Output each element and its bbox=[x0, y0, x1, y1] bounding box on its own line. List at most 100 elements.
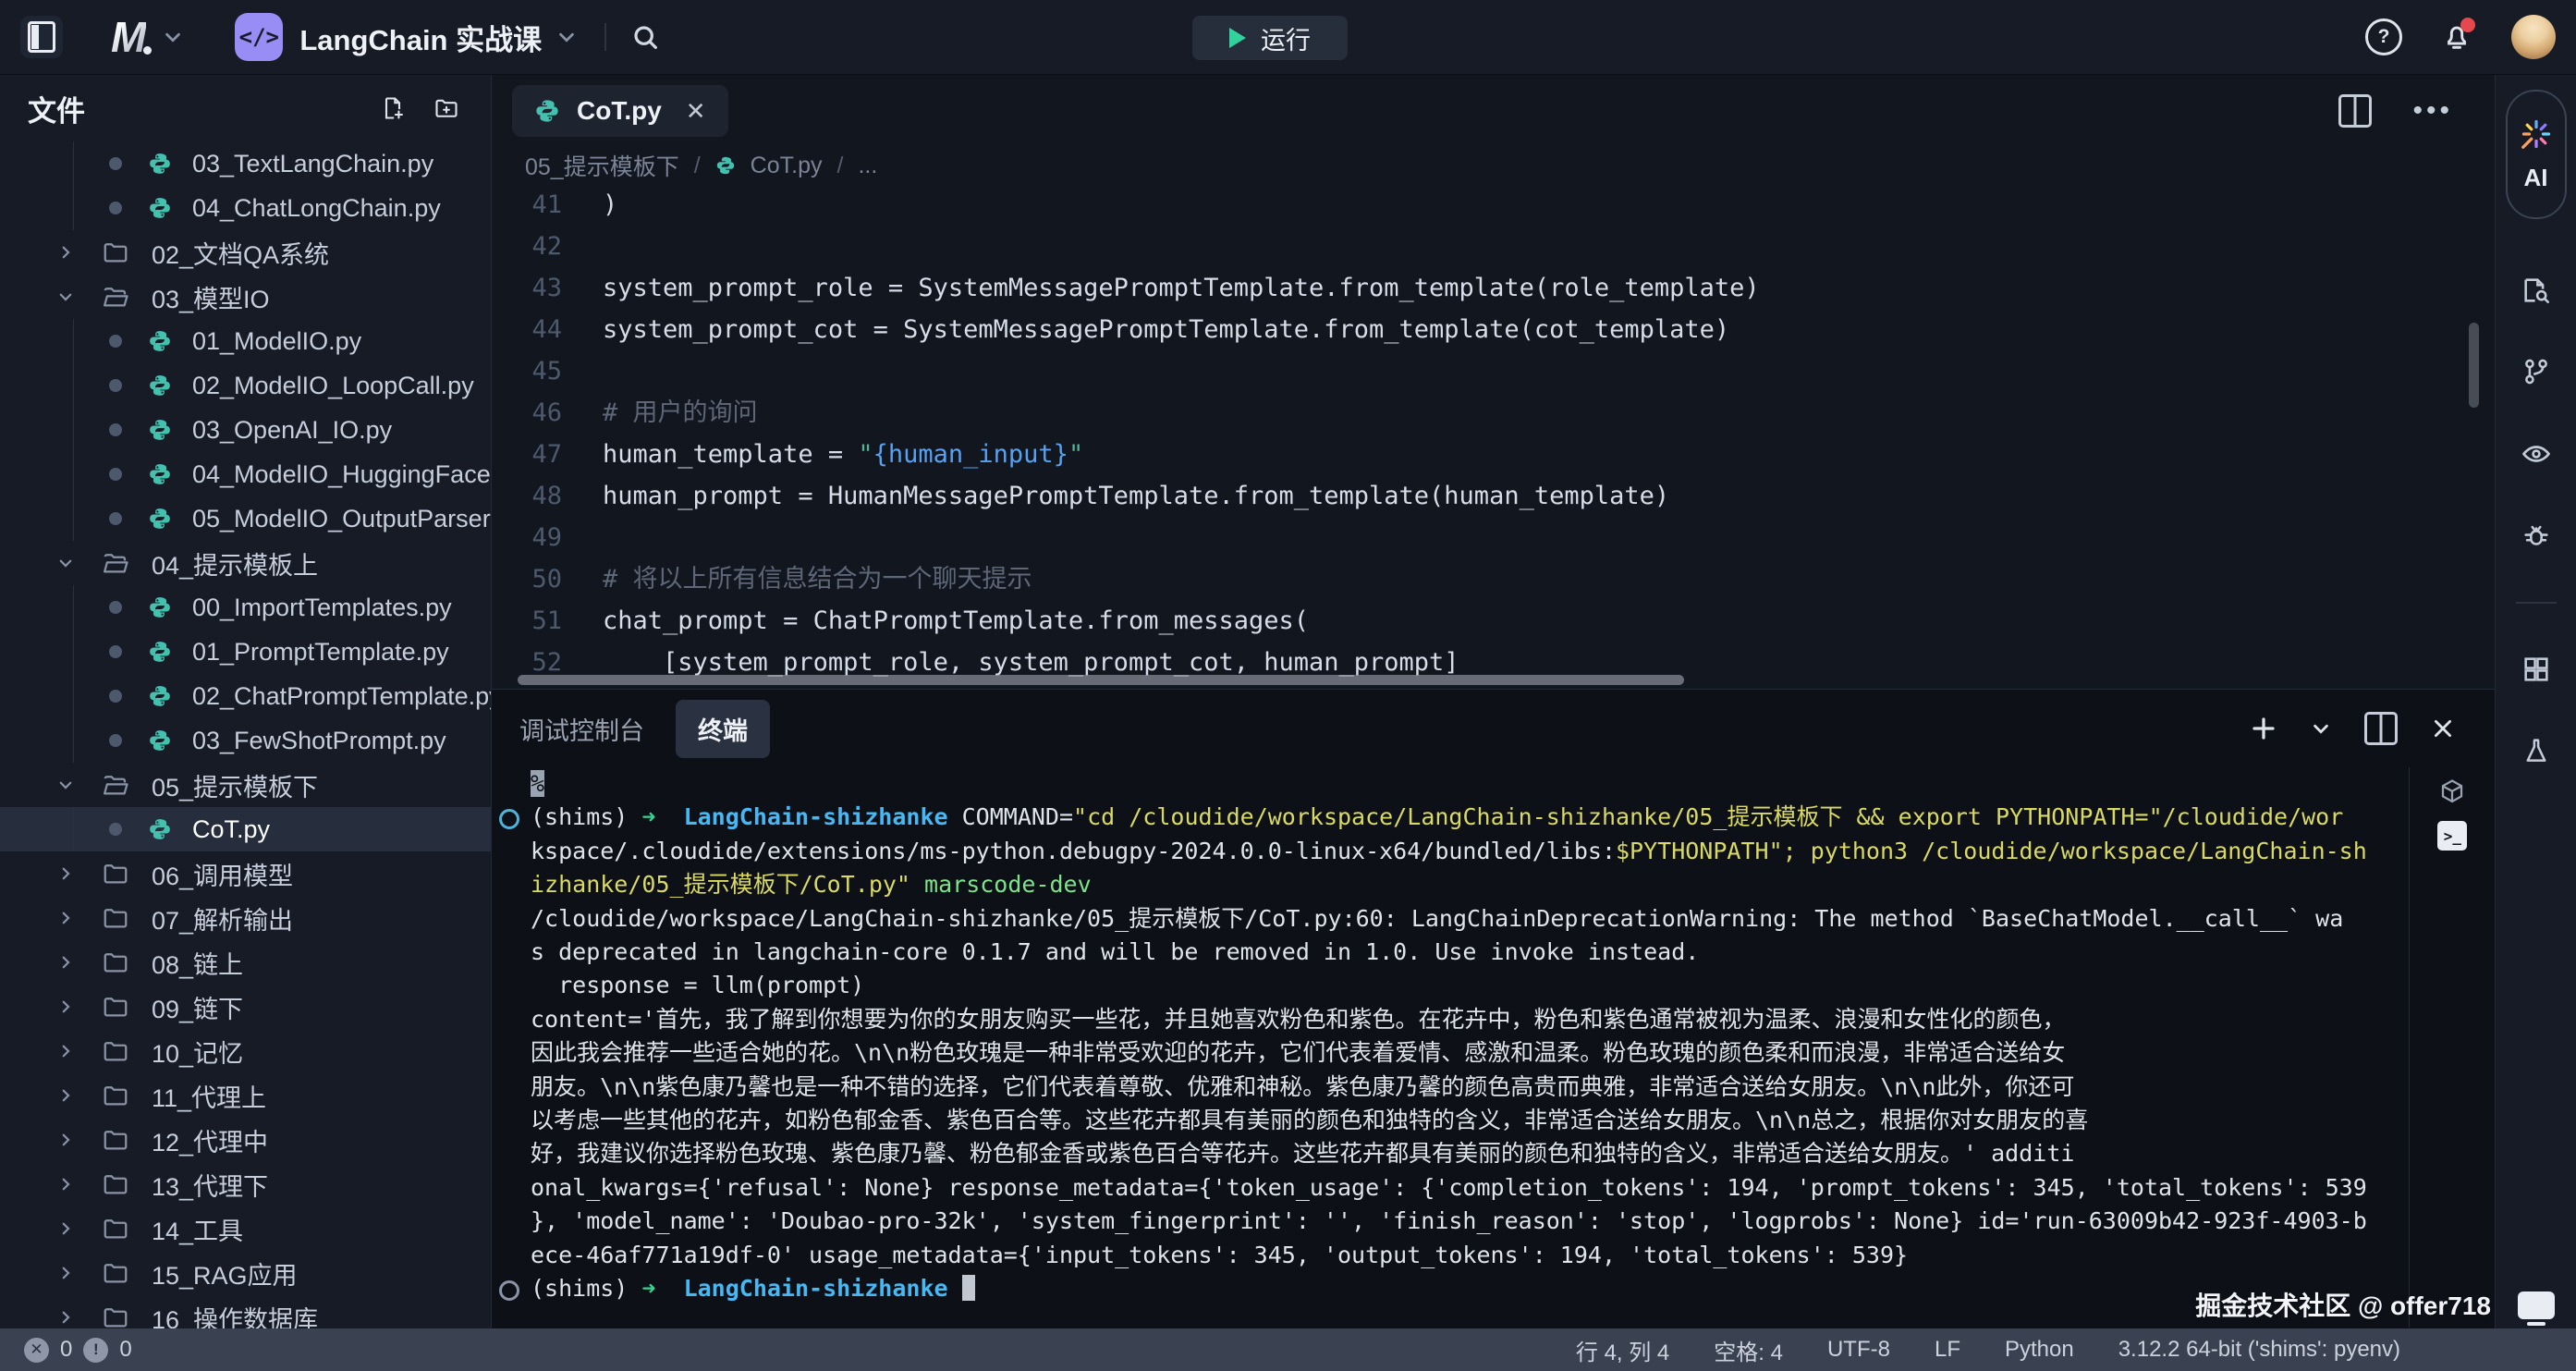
sidebar-toggle-button[interactable] bbox=[20, 16, 63, 58]
tab-debug-console[interactable]: 调试控制台 bbox=[519, 711, 644, 747]
tree-item-04_ChatLongChain.py[interactable]: 04_ChatLongChain.py bbox=[0, 186, 491, 230]
status-item[interactable]: 3.12.2 64-bit ('shims': pyenv) bbox=[2118, 1337, 2400, 1363]
project-title[interactable]: LangChain 实战课 bbox=[299, 17, 542, 58]
new-folder-icon[interactable] bbox=[433, 95, 459, 121]
tree-item-05_提示模板下[interactable]: 05_提示模板下 bbox=[0, 763, 491, 807]
git-branch-icon[interactable] bbox=[2521, 356, 2552, 387]
status-item[interactable]: 空格: 4 bbox=[1714, 1334, 1783, 1366]
tree-item-04_提示模板上[interactable]: 04_提示模板上 bbox=[0, 541, 491, 585]
chevron-down-icon[interactable] bbox=[54, 555, 78, 571]
code-line-46[interactable]: 46# 用户的询问 bbox=[492, 392, 2496, 434]
error-count[interactable]: 0 bbox=[60, 1337, 72, 1363]
command-decoration-icon[interactable] bbox=[499, 809, 519, 829]
breadcrumb-file[interactable]: CoT.py bbox=[751, 153, 823, 179]
chevron-right-icon[interactable] bbox=[54, 910, 78, 926]
chevron-right-icon[interactable] bbox=[54, 244, 78, 261]
marscode-logo[interactable]: M bbox=[111, 16, 146, 58]
eye-icon[interactable] bbox=[2520, 437, 2553, 471]
chevron-right-icon[interactable] bbox=[54, 954, 78, 971]
file-search-icon[interactable] bbox=[2521, 275, 2552, 306]
tree-item-16_操作数据库[interactable]: 16_操作数据库 bbox=[0, 1295, 491, 1328]
chevron-right-icon[interactable] bbox=[54, 1043, 78, 1059]
warning-count[interactable]: 0 bbox=[119, 1337, 131, 1363]
split-terminal-icon[interactable] bbox=[2364, 712, 2398, 745]
debug-bug-icon[interactable] bbox=[2521, 520, 2552, 552]
code-line-50[interactable]: 50# 将以上所有信息结合为一个聊天提示 bbox=[492, 558, 2496, 600]
chevron-right-icon[interactable] bbox=[54, 1220, 78, 1237]
chevron-right-icon[interactable] bbox=[54, 865, 78, 882]
search-icon[interactable] bbox=[630, 22, 660, 52]
code-line-49[interactable]: 49 bbox=[492, 517, 2496, 558]
tree-item-02_ChatPromptTemplate.py[interactable]: 02_ChatPromptTemplate.py bbox=[0, 674, 491, 718]
split-editor-icon[interactable] bbox=[2338, 94, 2372, 128]
chevron-right-icon[interactable] bbox=[54, 1309, 78, 1326]
code-view[interactable]: 41)4243system_prompt_role = SystemMessag… bbox=[492, 184, 2496, 689]
code-line-47[interactable]: 47human_template = "{human_input}" bbox=[492, 434, 2496, 475]
python-env-icon[interactable] bbox=[2438, 778, 2466, 806]
status-item[interactable]: UTF-8 bbox=[1827, 1337, 1890, 1363]
tree-item-03_FewShotPrompt.py[interactable]: 03_FewShotPrompt.py bbox=[0, 718, 491, 763]
chevron-right-icon[interactable] bbox=[54, 1176, 78, 1193]
tree-item-15_RAG应用[interactable]: 15_RAG应用 bbox=[0, 1251, 491, 1295]
tree-item-01_PromptTemplate.py[interactable]: 01_PromptTemplate.py bbox=[0, 630, 491, 674]
code-line-42[interactable]: 42 bbox=[492, 226, 2496, 267]
help-icon[interactable]: ? bbox=[2365, 18, 2402, 55]
notifications-bell-icon[interactable] bbox=[2441, 21, 2472, 53]
status-item[interactable]: 行 4, 列 4 bbox=[1576, 1334, 1669, 1366]
warnings-icon[interactable]: ! bbox=[83, 1338, 108, 1363]
chevron-down-icon[interactable] bbox=[163, 27, 183, 47]
code-line-48[interactable]: 48human_prompt = HumanMessagePromptTempl… bbox=[492, 475, 2496, 517]
tree-item-08_链上[interactable]: 08_链上 bbox=[0, 940, 491, 985]
tree-item-06_调用模型[interactable]: 06_调用模型 bbox=[0, 851, 491, 896]
tree-item-03_OpenAI_IO.py[interactable]: 03_OpenAI_IO.py bbox=[0, 408, 491, 452]
tree-item-07_解析输出[interactable]: 07_解析输出 bbox=[0, 896, 491, 940]
tree-item-03_TextLangChain.py[interactable]: 03_TextLangChain.py bbox=[0, 141, 491, 186]
tree-item-05_ModelIO_OutputParser.py[interactable]: 05_ModelIO_OutputParser.py bbox=[0, 496, 491, 541]
tree-item-02_文档QA系统[interactable]: 02_文档QA系统 bbox=[0, 230, 491, 275]
breadcrumb-folder[interactable]: 05_提示模板下 bbox=[525, 149, 679, 182]
lab-flask-icon[interactable] bbox=[2521, 735, 2552, 766]
tree-item-03_模型IO[interactable]: 03_模型IO bbox=[0, 275, 491, 319]
extensions-grid-icon[interactable] bbox=[2521, 654, 2552, 685]
breadcrumb-more[interactable]: ... bbox=[858, 153, 877, 179]
code-line-45[interactable]: 45 bbox=[492, 350, 2496, 392]
new-terminal-icon[interactable] bbox=[2250, 715, 2277, 742]
chevron-right-icon[interactable] bbox=[54, 1265, 78, 1281]
errors-icon[interactable]: ✕ bbox=[24, 1338, 49, 1363]
horizontal-scrollbar[interactable] bbox=[518, 675, 1684, 685]
terminal-dropdown-icon[interactable] bbox=[2311, 718, 2331, 739]
new-file-icon[interactable] bbox=[380, 95, 406, 121]
run-button[interactable]: 运行 bbox=[1192, 16, 1348, 60]
tree-item-10_记忆[interactable]: 10_记忆 bbox=[0, 1029, 491, 1073]
tree-item-13_代理下[interactable]: 13_代理下 bbox=[0, 1162, 491, 1206]
close-panel-icon[interactable] bbox=[2431, 716, 2455, 741]
chevron-down-icon[interactable] bbox=[556, 27, 577, 47]
tree-item-02_ModelIO_LoopCall.py[interactable]: 02_ModelIO_LoopCall.py bbox=[0, 363, 491, 408]
tab-terminal[interactable]: 终端 bbox=[676, 700, 770, 758]
chevron-down-icon[interactable] bbox=[54, 288, 78, 305]
remote-machine-icon[interactable] bbox=[2518, 1291, 2555, 1319]
chevron-right-icon[interactable] bbox=[54, 1087, 78, 1104]
code-line-44[interactable]: 44system_prompt_cot = SystemMessagePromp… bbox=[492, 309, 2496, 350]
status-item[interactable]: LF bbox=[1935, 1337, 1960, 1363]
more-actions-icon[interactable]: ••• bbox=[2412, 95, 2453, 127]
tree-item-00_ImportTemplates.py[interactable]: 00_ImportTemplates.py bbox=[0, 585, 491, 630]
chevron-down-icon[interactable] bbox=[54, 777, 78, 793]
ai-assistant-button[interactable]: AI bbox=[2506, 90, 2567, 219]
tree-item-CoT.py[interactable]: CoT.py bbox=[0, 807, 491, 851]
terminal-shell-icon[interactable]: >_ bbox=[2437, 821, 2467, 851]
chevron-right-icon[interactable] bbox=[54, 1132, 78, 1148]
tree-item-14_工具[interactable]: 14_工具 bbox=[0, 1206, 491, 1251]
code-line-51[interactable]: 51chat_prompt = ChatPromptTemplate.from_… bbox=[492, 600, 2496, 642]
chevron-right-icon[interactable] bbox=[54, 998, 78, 1015]
code-line-43[interactable]: 43system_prompt_role = SystemMessageProm… bbox=[492, 267, 2496, 309]
code-line-41[interactable]: 41) bbox=[492, 184, 2496, 226]
terminal-output[interactable]: %(shims) ➜ LangChain-shizhanke COMMAND="… bbox=[492, 767, 2409, 1328]
tree-item-09_链下[interactable]: 09_链下 bbox=[0, 985, 491, 1029]
status-item[interactable]: Python bbox=[2005, 1337, 2074, 1363]
command-decoration-icon[interactable] bbox=[499, 1280, 519, 1301]
tree-item-01_ModelIO.py[interactable]: 01_ModelIO.py bbox=[0, 319, 491, 363]
user-avatar[interactable] bbox=[2511, 15, 2556, 59]
tree-item-11_代理上[interactable]: 11_代理上 bbox=[0, 1073, 491, 1118]
tree-item-12_代理中[interactable]: 12_代理中 bbox=[0, 1118, 491, 1162]
